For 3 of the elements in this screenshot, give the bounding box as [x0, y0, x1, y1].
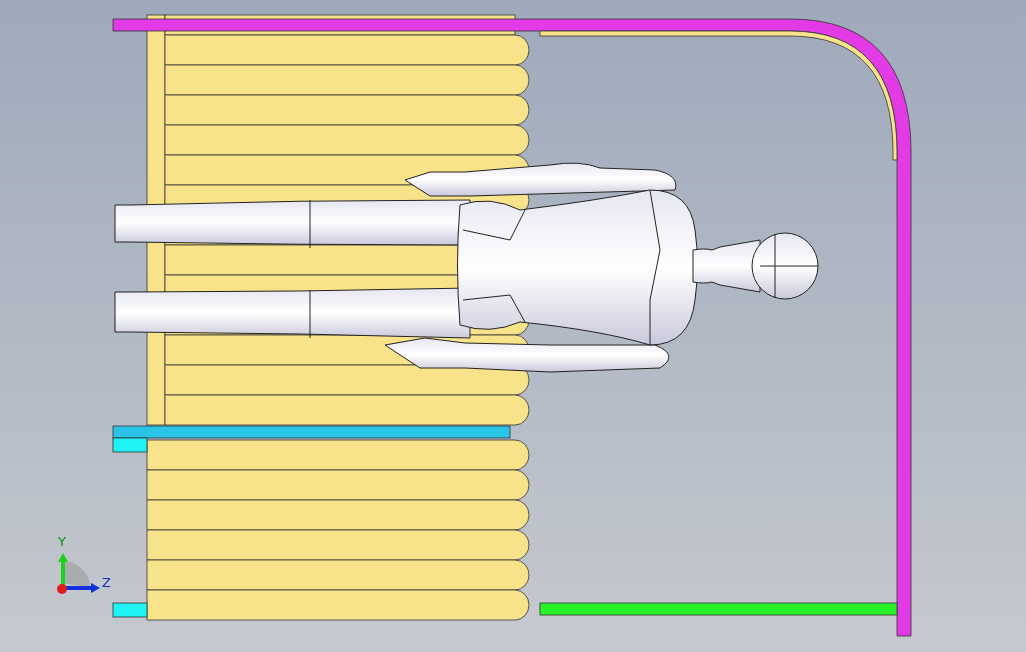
axis-label: Y — [58, 534, 66, 549]
axis-label: Z — [102, 575, 111, 590]
axis-triad-drawing — [57, 553, 100, 594]
